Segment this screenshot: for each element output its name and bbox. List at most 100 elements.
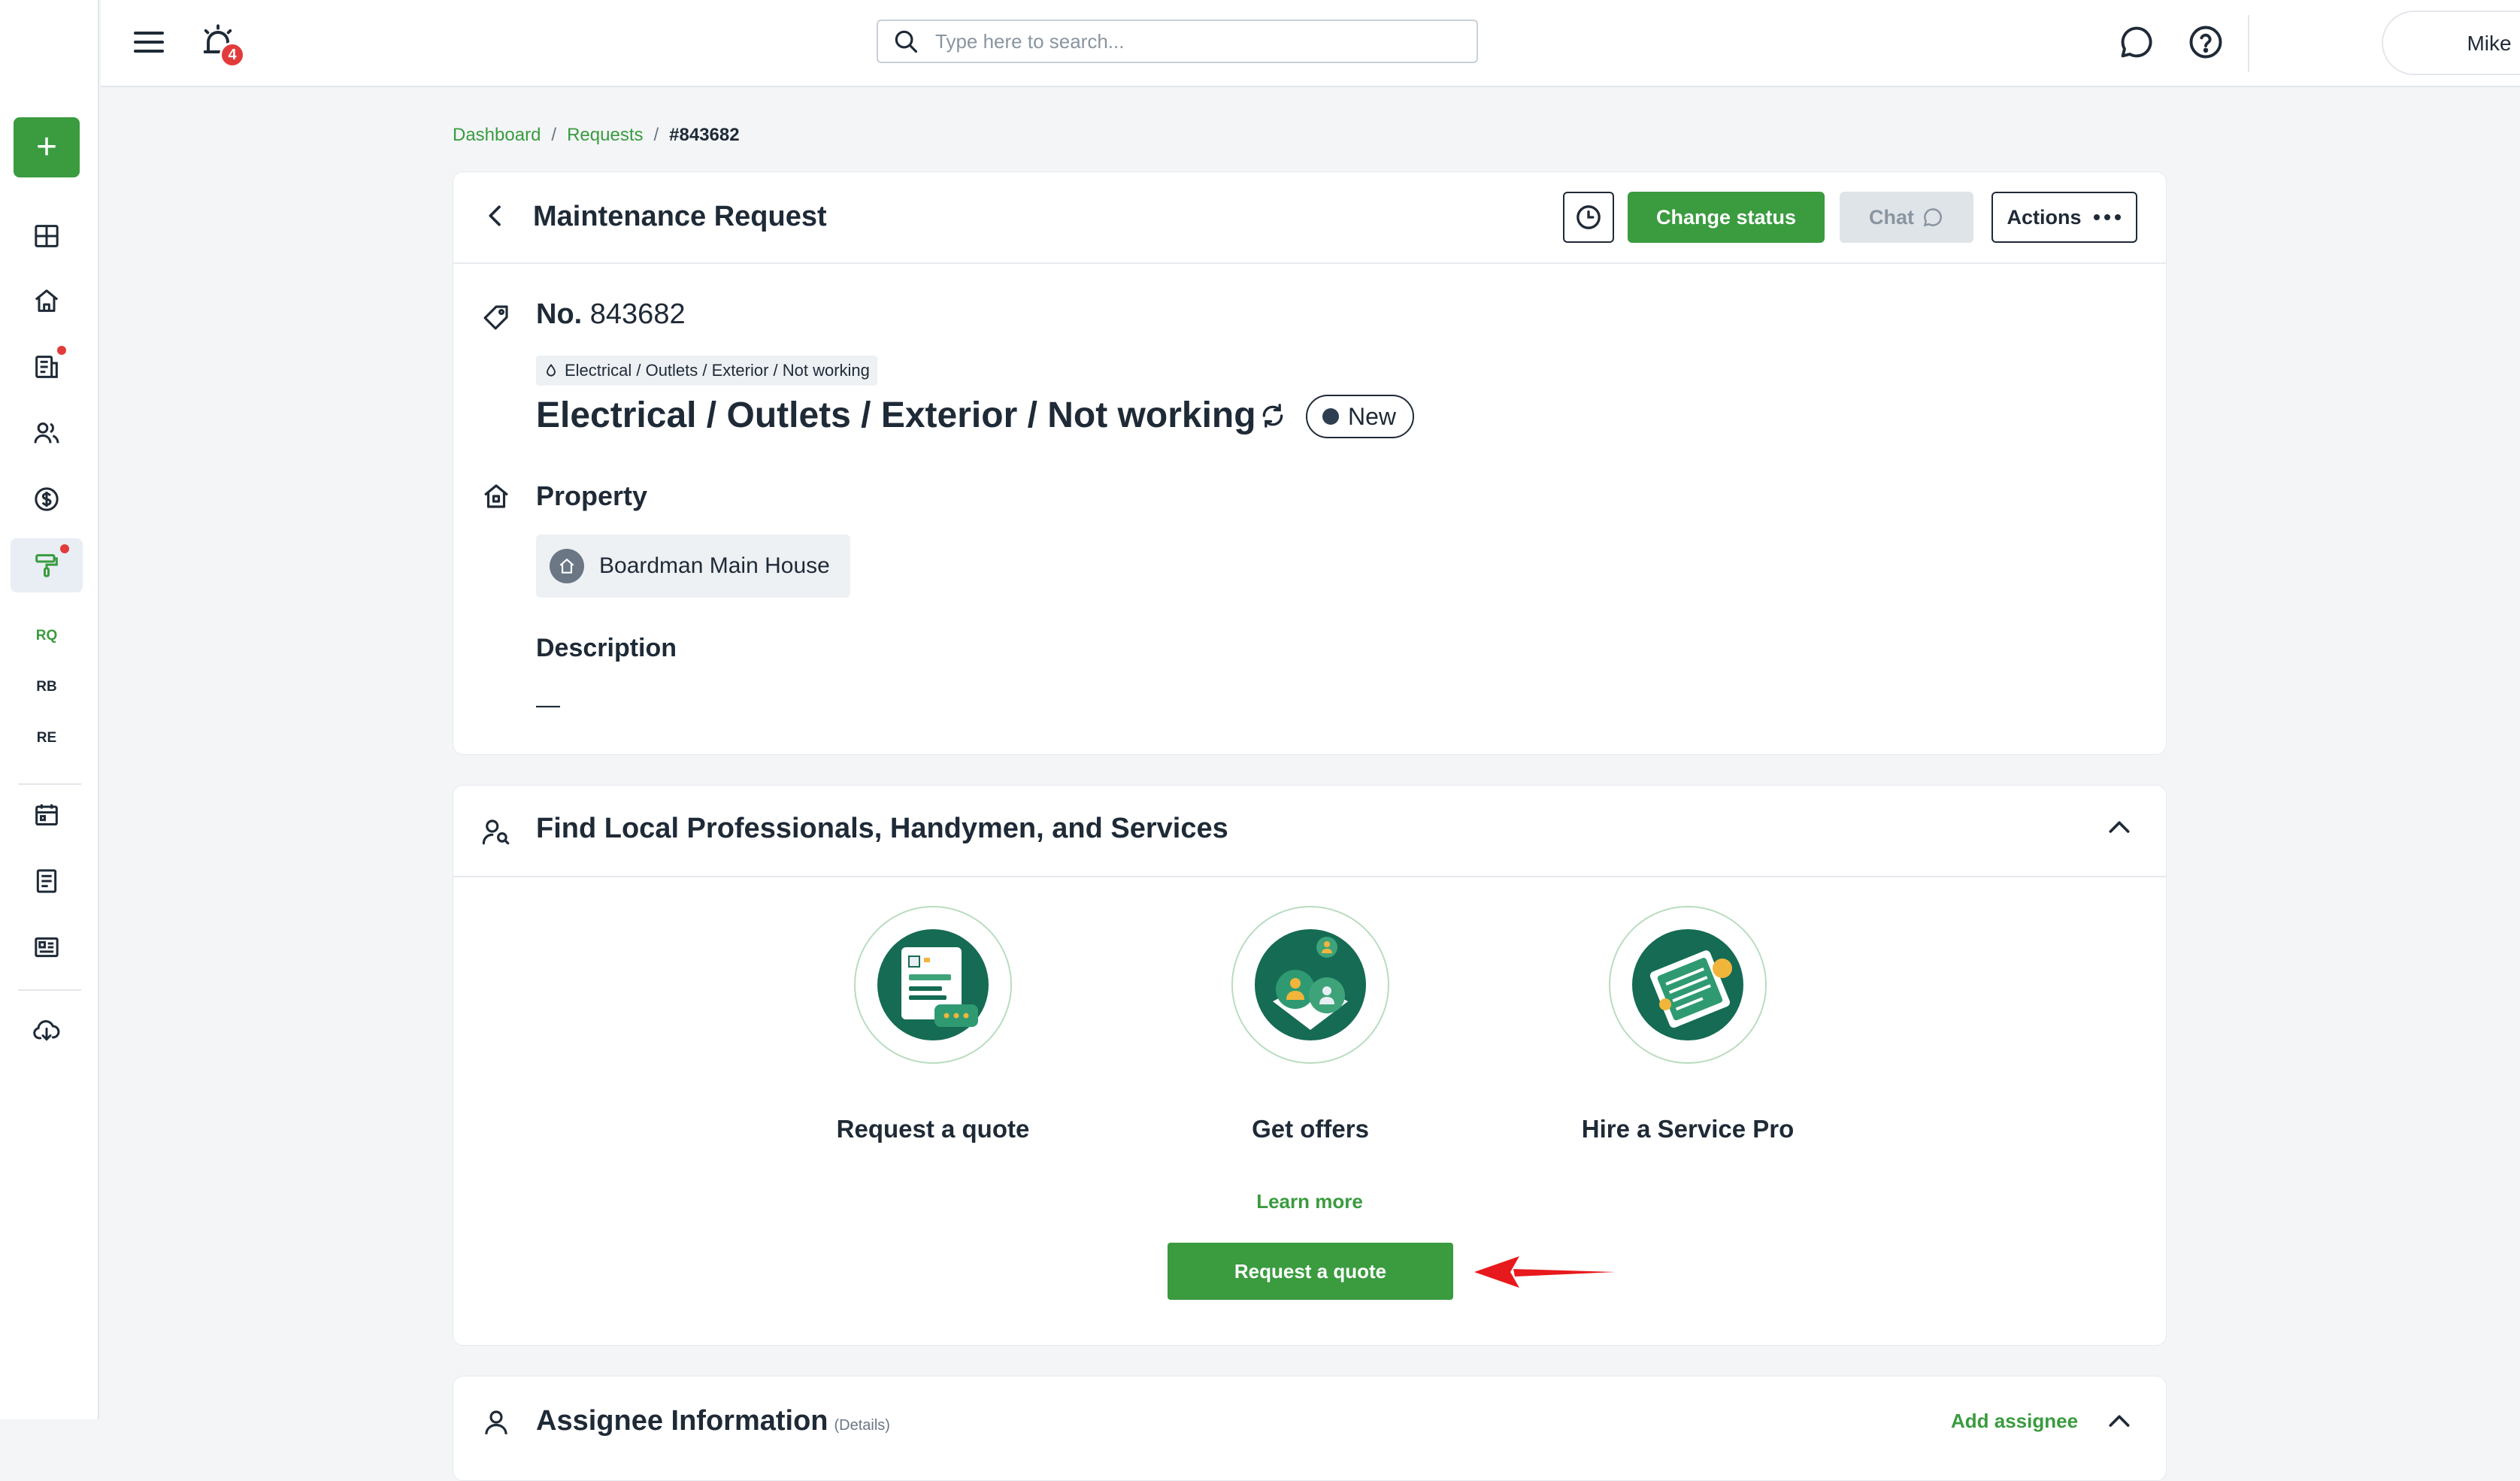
actions-button[interactable]: Actions (1991, 192, 2137, 243)
service-illustration (854, 906, 1012, 1064)
more-dots-icon (2093, 214, 2121, 220)
change-status-button[interactable]: Change status (1628, 192, 1825, 243)
home-icon (35, 289, 59, 312)
document-building-icon (35, 356, 58, 378)
description-value: — (536, 691, 560, 718)
breadcrumb-separator: / (653, 125, 659, 145)
issue-title: Electrical / Outlets / Exterior / Not wo… (536, 395, 1256, 435)
service-get-offers[interactable]: Get offers (1152, 906, 1468, 1143)
people-icon (34, 422, 59, 444)
sidebar-divider (18, 989, 81, 991)
category-chip: Electrical / Outlets / Exterior / Not wo… (536, 356, 877, 386)
sidebar-item-properties[interactable] (11, 274, 83, 328)
help-icon[interactable] (2186, 23, 2225, 62)
report-card-icon (35, 937, 59, 958)
page-title: Maintenance Request (533, 201, 827, 232)
chat-button-label: Chat (1869, 205, 1914, 229)
chevron-up-icon[interactable] (2104, 1407, 2134, 1437)
assignee-information-title: Assignee Information (Details) (536, 1405, 890, 1437)
person-search-icon (482, 819, 510, 845)
sidebar-item-dashboard[interactable] (11, 209, 83, 263)
sidebar-item-people[interactable] (11, 406, 83, 460)
quote-document-icon (877, 929, 989, 1040)
drop-icon (547, 363, 556, 377)
dashboard-grid-icon (35, 225, 59, 247)
breadcrumb: Dashboard / Requests / #843682 (453, 125, 740, 146)
service-label: Get offers (1252, 1115, 1369, 1143)
breadcrumb-dashboard[interactable]: Dashboard (453, 125, 541, 146)
breadcrumb-requests[interactable]: Requests (567, 125, 643, 146)
status-label: New (1348, 402, 1397, 430)
sidebar-item-accounting[interactable] (11, 472, 83, 526)
sidebar-sub-requests[interactable]: RQ (11, 613, 83, 659)
service-hire-pro[interactable]: Hire a Service Pro (1530, 906, 1846, 1143)
notification-dot (60, 544, 69, 553)
breadcrumb-separator: / (551, 125, 557, 145)
service-illustration (1609, 906, 1767, 1064)
card-header-divider (453, 876, 2166, 877)
sidebar-item-maintenance[interactable] (11, 538, 83, 592)
property-avatar (550, 549, 584, 583)
breadcrumb-current: #843682 (669, 125, 740, 145)
card-header-divider (453, 262, 2166, 264)
description-label: Description (536, 634, 677, 662)
add-assignee-link[interactable]: Add assignee (1951, 1410, 2078, 1433)
annotation-arrow-icon (1474, 1256, 1616, 1288)
actions-button-label: Actions (2007, 205, 2082, 229)
service-request-quote[interactable]: Request a quote (775, 906, 1091, 1143)
cloud-download-icon (33, 1020, 60, 1041)
note-list-icon (36, 869, 57, 893)
category-chip-label: Electrical / Outlets / Exterior / Not wo… (565, 361, 870, 380)
sidebar-item-reports[interactable] (11, 920, 83, 974)
search-bar[interactable] (877, 20, 1478, 63)
learn-more-link[interactable]: Learn more (453, 1190, 2166, 1213)
find-professionals-card: Find Local Professionals, Handymen, and … (453, 785, 2167, 1346)
hamburger-menu-icon[interactable] (131, 24, 167, 60)
sidebar-item-calendar[interactable] (11, 788, 83, 842)
sidebar-item-downloads[interactable] (11, 1003, 83, 1057)
status-dot (1322, 408, 1339, 425)
sidebar-item-leases[interactable] (11, 340, 83, 394)
offers-people-icon (1255, 929, 1366, 1040)
topbar: 4 Mike (101, 0, 2520, 87)
notification-dot (57, 346, 66, 355)
dollar-circle-icon (35, 487, 59, 511)
assignee-information-card: Assignee Information (Details) Add assign… (453, 1376, 2167, 1481)
assignee-details-link[interactable]: (Details) (834, 1417, 890, 1434)
property-home-icon (484, 484, 508, 508)
maintenance-request-card: Maintenance Request Change status Chat A… (453, 171, 2167, 755)
building-icon (559, 558, 574, 574)
property-name: Boardman Main House (599, 553, 830, 578)
request-quote-button[interactable]: Request a quote (1168, 1243, 1453, 1300)
history-button[interactable] (1563, 192, 1614, 243)
sidebar-item-notes[interactable] (11, 854, 83, 908)
request-number-prefix: No. (536, 298, 583, 330)
search-input[interactable] (934, 29, 1445, 54)
add-new-button[interactable]: + (14, 117, 80, 177)
user-menu[interactable]: Mike (2382, 11, 2520, 75)
service-illustration (1231, 906, 1389, 1064)
notification-count-badge: 4 (220, 42, 245, 68)
calendar-icon (35, 804, 58, 825)
status-badge: New (1306, 395, 1415, 438)
sidebar-sub-rb[interactable]: RB (11, 665, 83, 710)
user-name: Mike (2467, 32, 2512, 55)
clock-icon (1577, 205, 1601, 229)
property-label: Property (536, 480, 648, 511)
chevron-up-icon[interactable] (2104, 813, 2134, 843)
sidebar-sub-re[interactable]: RE (11, 716, 83, 761)
property-chip[interactable]: Boardman Main House (536, 535, 850, 598)
request-number-value: 843682 (589, 298, 686, 330)
sidebar-divider (18, 783, 81, 785)
service-pro-card-icon (1632, 929, 1743, 1040)
chat-button[interactable]: Chat (1840, 192, 1973, 243)
service-label: Hire a Service Pro (1581, 1115, 1795, 1143)
back-chevron-icon[interactable] (480, 201, 510, 231)
request-number: No. 843682 (536, 298, 686, 331)
paint-roller-icon (35, 554, 58, 577)
topbar-divider (2248, 15, 2249, 72)
chat-bubble-icon[interactable] (2117, 23, 2156, 62)
find-professionals-title: Find Local Professionals, Handymen, and … (536, 813, 1228, 844)
search-icon (895, 30, 918, 53)
refresh-icon[interactable] (1258, 401, 1288, 431)
